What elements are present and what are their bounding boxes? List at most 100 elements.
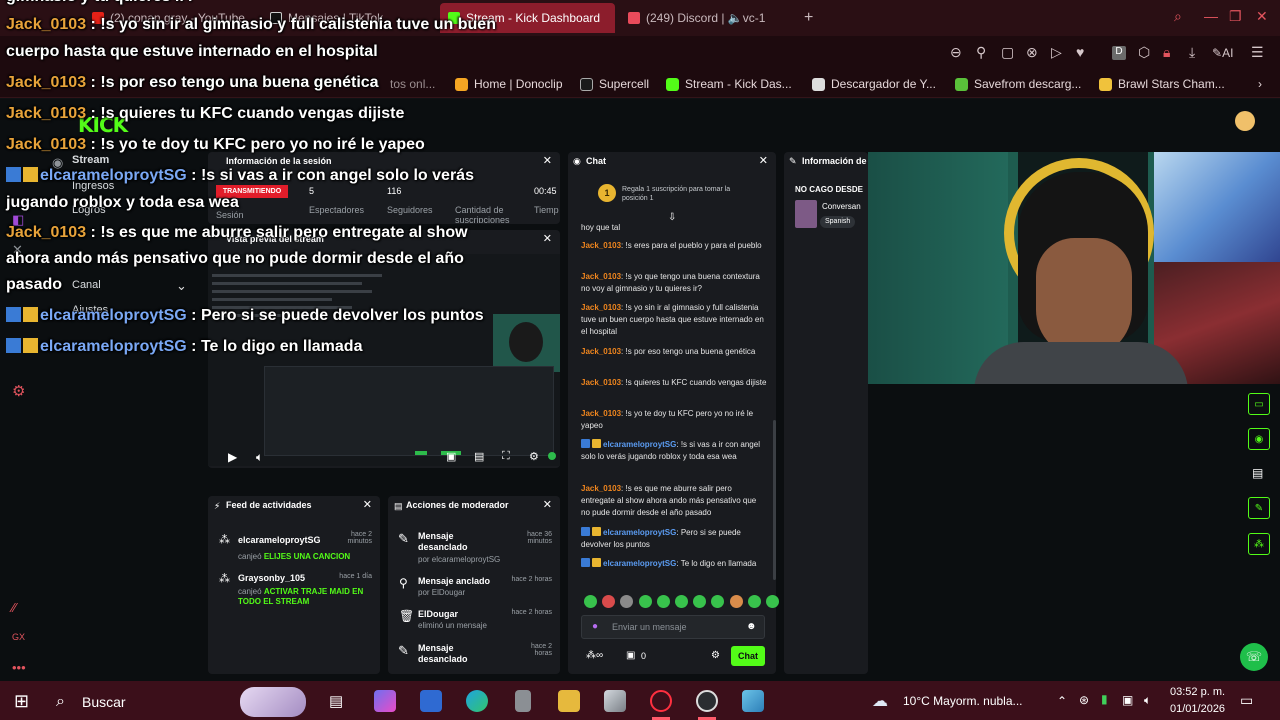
gift-prompt[interactable]: Regala 1 suscripción para tomar la posic… xyxy=(622,185,752,203)
points-icon[interactable]: ⁂∞ xyxy=(586,650,603,661)
chat-username[interactable]: Jack_0103 xyxy=(581,303,621,312)
copilot-icon[interactable] xyxy=(374,690,396,712)
volume-icon[interactable]: 🔈︎ xyxy=(1144,693,1151,708)
bookmark-supercell[interactable]: Supercell xyxy=(580,77,649,91)
points-icon[interactable]: ⁂ xyxy=(1248,533,1270,555)
menu-icon[interactable]: ☰ xyxy=(1251,44,1264,61)
pin-icon[interactable]: ⚲ xyxy=(976,44,986,61)
tab-discord[interactable]: (249) Discord | 🔈vc-1 xyxy=(620,6,790,30)
app-icon-1[interactable]: ∕∕ xyxy=(12,600,16,615)
zoom-out-icon[interactable]: ⊖ xyxy=(950,44,962,61)
search-tabs-icon[interactable]: ⌕ xyxy=(1174,8,1182,25)
stream-preview[interactable]: ▶ 🔈︎ ▣ ▤ ⛶ ⚙ xyxy=(208,254,560,466)
chat-username[interactable]: Jack_0103 xyxy=(581,378,621,387)
chat-input[interactable]: ● Enviar un mensaje ☻ xyxy=(581,615,765,639)
close-icon[interactable]: ✕ xyxy=(543,232,552,245)
app-icon-2[interactable]: GX xyxy=(12,632,25,642)
battery-icon[interactable]: ▮ xyxy=(1101,692,1108,706)
chat-username[interactable]: Jack_0103 xyxy=(581,241,621,250)
sidebar-item-canal[interactable]: Canal xyxy=(72,279,101,291)
play-icon[interactable]: ▶ xyxy=(228,450,237,464)
close-window-icon[interactable]: ✕ xyxy=(1256,8,1268,25)
close-icon[interactable]: ✕ xyxy=(363,498,372,511)
wrench-icon[interactable]: ✎ xyxy=(1248,497,1270,519)
fullscreen-icon[interactable]: ⛶ xyxy=(502,450,510,463)
extensions-icon[interactable]: ⬡ xyxy=(1138,44,1150,61)
chevron-down-icon[interactable]: ⌄ xyxy=(176,278,187,294)
clock-time[interactable]: 03:52 p. m. xyxy=(1170,686,1225,698)
feed-user[interactable]: Graysonby_105 xyxy=(238,573,305,583)
chat-settings-icon[interactable]: ⚙ xyxy=(711,650,720,661)
app-tray-icon[interactable]: ⊛ xyxy=(1079,693,1089,707)
more-bookmarks-icon[interactable]: › xyxy=(1258,77,1262,91)
network-icon[interactable]: ▣ xyxy=(1122,693,1133,707)
edge-icon[interactable] xyxy=(466,690,488,712)
usb-icon[interactable] xyxy=(515,690,531,712)
task-view-icon[interactable]: ▤ xyxy=(329,692,343,710)
microphone-icon[interactable]: ● xyxy=(592,621,598,632)
emoji-icon[interactable]: ☻ xyxy=(746,621,757,632)
emote-icon[interactable] xyxy=(766,595,779,608)
file-explorer-icon[interactable] xyxy=(558,690,580,712)
screenshot-icon[interactable]: ▢ xyxy=(1001,44,1014,61)
chat-username[interactable]: Jack_0103 xyxy=(581,272,621,281)
chevron-up-icon[interactable]: ⌃ xyxy=(1057,694,1067,708)
settings-icon[interactable]: ⚙ xyxy=(529,450,539,463)
clock-date[interactable]: 01/01/2026 xyxy=(1170,703,1225,715)
block-icon[interactable]: ⊗ xyxy=(1026,44,1038,61)
chat-username[interactable]: Jack_0103 xyxy=(581,484,621,493)
minimize-icon[interactable]: — xyxy=(1204,8,1218,24)
chat-username[interactable]: elcarameloproytSG xyxy=(603,528,676,537)
chat-username[interactable]: Jack_0103 xyxy=(581,347,621,356)
more-icon[interactable]: ••• xyxy=(12,660,26,675)
settings-gear-icon[interactable]: ⚙ xyxy=(12,382,25,400)
heart-icon[interactable]: ♥ xyxy=(1076,44,1084,60)
maximize-icon[interactable]: ❐ xyxy=(1229,8,1242,25)
emote-icon[interactable] xyxy=(656,595,670,608)
notifications-icon[interactable]: ▭ xyxy=(1240,692,1253,709)
bookmark-partial[interactable]: tos onl... xyxy=(390,77,435,91)
bookmark-kick[interactable]: Stream - Kick Das... xyxy=(666,77,792,91)
close-icon[interactable]: ✕ xyxy=(543,154,552,167)
chat-username[interactable]: Jack_0103 xyxy=(581,409,621,418)
lock-icon[interactable]: 🔒︎ xyxy=(1163,44,1170,61)
feed-user[interactable]: elcarameloproytSG xyxy=(238,535,321,545)
chat-username[interactable]: elcarameloproytSG xyxy=(603,440,676,449)
send-chat-button[interactable]: Chat xyxy=(731,646,765,666)
emote-icon[interactable] xyxy=(584,595,597,608)
chat-toggle-icon[interactable]: ▭ xyxy=(1248,393,1270,415)
emote-icon[interactable] xyxy=(675,595,688,608)
weather-text[interactable]: 10°C Mayorm. nubla... xyxy=(903,694,1023,708)
download-icon[interactable]: ⤓ xyxy=(1189,44,1195,61)
play-icon[interactable]: ▷ xyxy=(1051,44,1062,61)
bookmark-savefrom[interactable]: Savefrom descarg... xyxy=(955,77,1081,91)
sidebar-item-stream[interactable]: Stream xyxy=(72,154,109,166)
extension-d-icon[interactable]: D xyxy=(1112,46,1126,60)
new-tab-button[interactable]: + xyxy=(796,6,818,30)
close-icon[interactable]: ✕ xyxy=(759,154,768,167)
windows-start-icon[interactable]: ⊞ xyxy=(14,691,29,712)
emote-icon[interactable] xyxy=(729,595,743,608)
chat-username[interactable]: elcarameloproytSG xyxy=(603,559,676,568)
volume-icon[interactable]: 🔈︎ xyxy=(256,450,263,465)
bookmark-descargador[interactable]: Descargador de Y... xyxy=(812,77,936,91)
support-button[interactable]: ☏ xyxy=(1240,643,1268,671)
lock-icon[interactable]: ▣ xyxy=(626,650,635,661)
pip-icon[interactable]: ▣ xyxy=(446,450,456,463)
emote-icon[interactable] xyxy=(747,595,761,608)
taskbar-search[interactable]: ⌕ Buscar xyxy=(46,687,308,717)
ai-button[interactable]: ✎AI xyxy=(1212,46,1233,60)
store-icon[interactable] xyxy=(420,690,442,712)
tool-icon[interactable]: ▤ xyxy=(1252,466,1263,480)
app-icon[interactable] xyxy=(604,690,626,712)
bookmark-donoclip[interactable]: Home | Donoclip xyxy=(455,77,563,91)
theater-icon[interactable]: ▤ xyxy=(474,450,484,463)
app-icon-blue[interactable] xyxy=(742,690,764,712)
obs-icon[interactable] xyxy=(696,690,718,712)
close-icon[interactable]: ✕ xyxy=(543,498,552,511)
bookmark-brawl[interactable]: Brawl Stars Cham... xyxy=(1099,77,1225,91)
avatar[interactable] xyxy=(1235,111,1255,131)
emote-icon[interactable] xyxy=(638,595,652,608)
broadcast-icon[interactable]: ◉ xyxy=(1248,428,1270,450)
chat-scrollbar[interactable] xyxy=(773,420,776,580)
